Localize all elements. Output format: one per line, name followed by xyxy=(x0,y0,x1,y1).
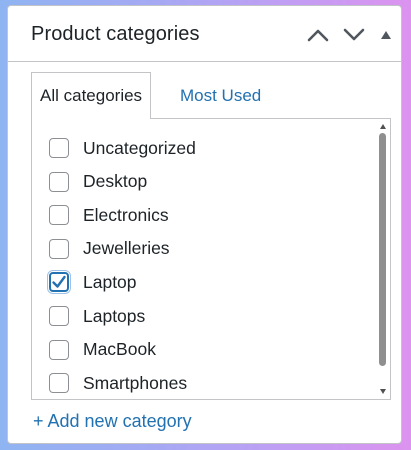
chevron-down-icon xyxy=(343,28,365,41)
category-label: Electronics xyxy=(83,204,169,225)
toggle-panel-button[interactable] xyxy=(378,24,394,46)
category-item[interactable]: Smartphones xyxy=(49,371,187,395)
category-checkbox[interactable] xyxy=(49,138,69,158)
category-checkbox[interactable] xyxy=(49,272,69,293)
category-checkbox[interactable] xyxy=(49,171,69,192)
category-item[interactable]: Laptops xyxy=(49,304,145,328)
move-up-button[interactable] xyxy=(306,24,330,46)
category-item[interactable]: Electronics xyxy=(49,203,169,227)
category-item[interactable]: Desktop xyxy=(49,170,147,194)
category-label: Desktop xyxy=(83,171,148,192)
category-checkbox[interactable] xyxy=(49,205,69,226)
category-label: Laptop xyxy=(83,271,137,292)
category-label: MacBook xyxy=(83,339,156,360)
category-item[interactable]: Jewelleries xyxy=(49,237,170,261)
product-categories-box: Product categories All categories Most U… xyxy=(7,5,402,444)
category-tabs: All categories Most Used xyxy=(31,72,391,119)
box-header: Product categories xyxy=(8,6,401,62)
chevron-up-icon xyxy=(307,29,329,42)
move-down-button[interactable] xyxy=(342,24,366,46)
category-checkbox[interactable] xyxy=(49,373,69,394)
box-title: Product categories xyxy=(31,23,200,45)
category-item[interactable]: Laptop xyxy=(49,270,137,294)
category-checkbox[interactable] xyxy=(49,306,69,326)
add-new-category-link[interactable]: + Add new category xyxy=(33,411,192,432)
category-checklist-panel: Uncategorized Desktop Electronics Jewelleri… xyxy=(31,118,391,400)
scrollbar-thumb[interactable] xyxy=(379,133,386,366)
category-label: Laptops xyxy=(83,305,146,326)
tab-all-categories[interactable]: All categories xyxy=(31,72,152,119)
tab-most-used[interactable]: Most Used xyxy=(171,72,270,118)
category-label: Uncategorized xyxy=(83,137,196,158)
scroll-down-arrow-icon[interactable] xyxy=(380,389,386,394)
category-label: Smartphones xyxy=(83,372,188,393)
scroll-up-arrow-icon[interactable] xyxy=(380,124,386,129)
category-checkbox[interactable] xyxy=(49,238,69,259)
category-item[interactable]: MacBook xyxy=(49,338,156,362)
category-label: Jewelleries xyxy=(83,238,170,259)
triangle-up-icon xyxy=(381,31,391,39)
category-checkbox[interactable] xyxy=(49,339,69,360)
checkmark-icon xyxy=(52,276,66,289)
category-item[interactable]: Uncategorized xyxy=(49,136,196,160)
